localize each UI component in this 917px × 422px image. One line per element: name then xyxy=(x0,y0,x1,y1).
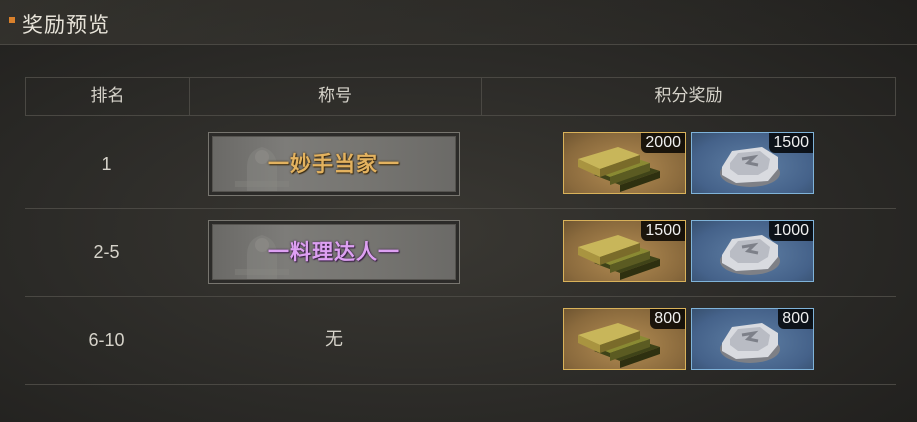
column-header-reward: 积分奖励 xyxy=(654,86,723,106)
table-row: 2-5 一料理达人一 1500 1000 xyxy=(25,208,896,297)
reward-cell: 800 800 xyxy=(481,296,896,384)
reward-count: 1500 xyxy=(769,133,813,153)
column-header-rank: 排名 xyxy=(26,78,190,115)
reward-cell: 1500 1000 xyxy=(481,208,896,296)
title-plaque[interactable]: 一料理达人一 xyxy=(208,220,460,284)
title-plaque[interactable]: 一妙手当家一 xyxy=(208,132,460,196)
title-cell: 一妙手当家一 xyxy=(188,120,480,208)
reward-item-gold[interactable]: 800 xyxy=(563,308,686,370)
table-row: 6-10 无 800 800 xyxy=(25,296,896,385)
reward-item-gold[interactable]: 2000 xyxy=(563,132,686,194)
reward-item-silver[interactable]: 800 xyxy=(691,308,814,370)
title-text: 一妙手当家一 xyxy=(268,152,400,176)
reward-count: 800 xyxy=(778,309,813,329)
reward-item-silver[interactable]: 1000 xyxy=(691,220,814,282)
header-bullet-icon xyxy=(9,17,15,23)
section-header: 奖励预览 xyxy=(0,0,917,45)
table-row: 1 一妙手当家一 2000 1500 xyxy=(25,120,896,209)
rank-cell: 2-5 xyxy=(93,242,120,262)
title-cell: 一料理达人一 xyxy=(188,208,480,296)
reward-count: 800 xyxy=(650,309,685,329)
reward-item-silver[interactable]: 1500 xyxy=(691,132,814,194)
title-cell: 无 xyxy=(188,296,480,384)
reward-count: 1500 xyxy=(641,221,685,241)
reward-count: 2000 xyxy=(641,133,685,153)
no-title-text: 无 xyxy=(325,329,343,350)
rank-cell: 1 xyxy=(101,154,112,174)
column-header-title: 称号 xyxy=(189,78,482,115)
reward-item-gold[interactable]: 1500 xyxy=(563,220,686,282)
reward-count: 1000 xyxy=(769,221,813,241)
reward-table: 排名 称号 积分奖励 1 一妙手当家一 2000 1500 2-5 一料理达人一… xyxy=(25,77,896,385)
rank-cell: 6-10 xyxy=(88,330,125,350)
section-title: 奖励预览 xyxy=(22,13,110,37)
title-text: 一料理达人一 xyxy=(268,240,400,264)
table-header: 排名 称号 积分奖励 xyxy=(25,77,896,116)
reward-cell: 2000 1500 xyxy=(481,120,896,208)
